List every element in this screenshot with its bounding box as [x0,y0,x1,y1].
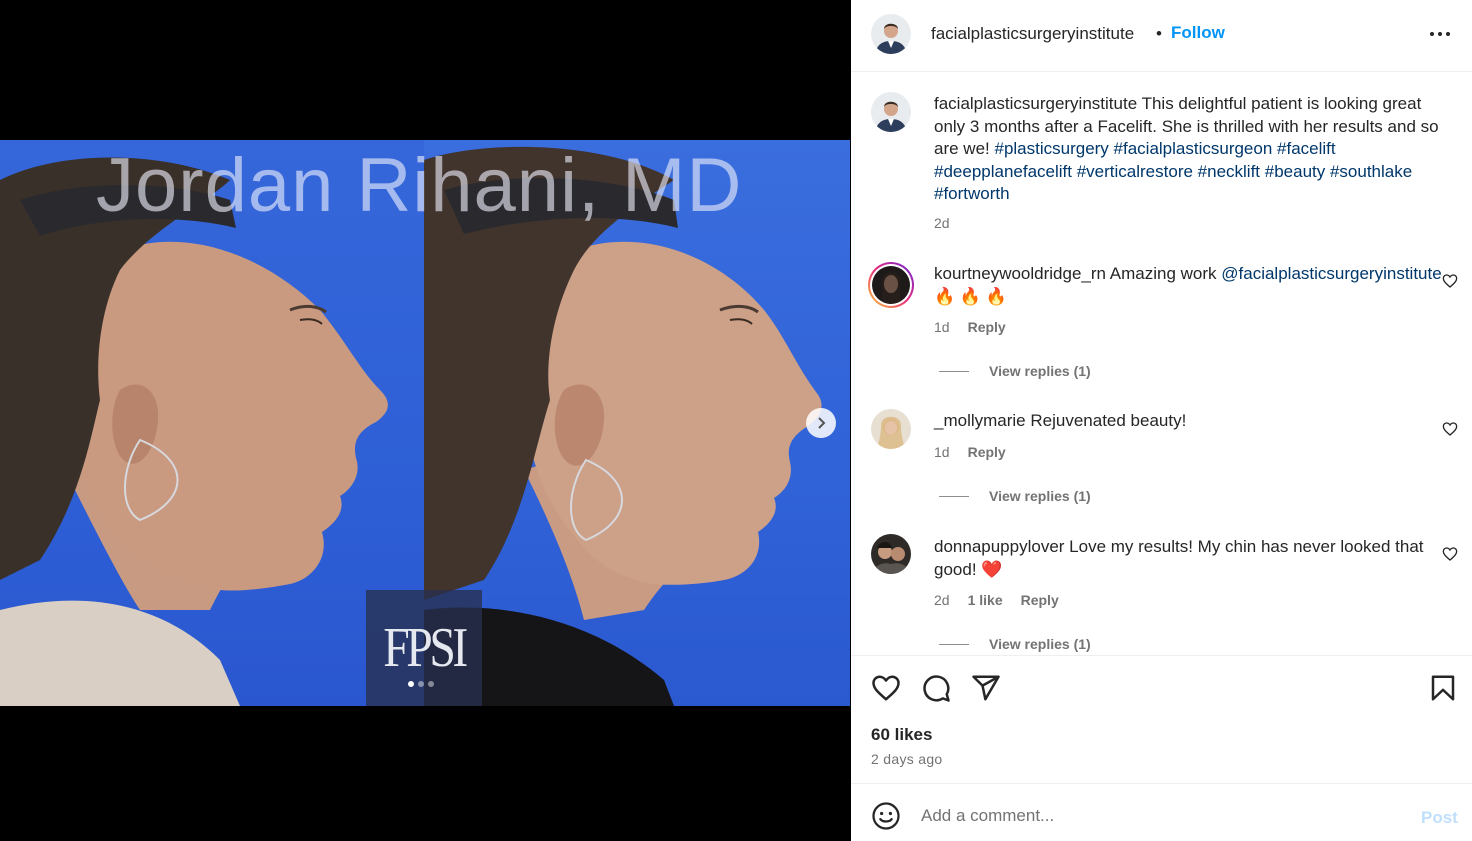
comment-time: 1d [934,444,950,460]
view-replies-button[interactable]: View replies (1) [939,488,1091,504]
carousel-dot-2[interactable] [418,681,424,687]
caption-time: 2d [934,215,950,231]
add-comment-bar: Post [851,785,1472,841]
post-button[interactable]: Post [1421,808,1458,828]
emoji-icon[interactable] [871,801,901,831]
caption-meta: 2d [934,215,950,231]
comment-bubble-icon[interactable] [921,673,951,703]
logo-text: FPSI [383,617,468,679]
comment-text: kourtneywooldridge_rn Amazing work @faci… [934,263,1444,308]
paper-plane-icon[interactable] [971,673,1001,703]
likes-count[interactable]: 60 likes [871,725,932,745]
comment-text: _mollymarie Rejuvenated beauty! [934,410,1444,433]
more-options-icon[interactable] [1427,24,1453,44]
post-date[interactable]: 2 days ago [871,751,943,767]
fire-emoji: 🔥 🔥 🔥 [934,286,1007,306]
next-arrow-icon[interactable] [806,408,836,438]
comment-body: Rejuvenated beauty! [1025,411,1187,430]
header-separator: • [1156,24,1162,43]
carousel-dot-3[interactable] [428,681,434,687]
post-header: facialplasticsurgeryinstitute • Follow [851,0,1472,72]
comment-meta: 1d Reply [934,319,1006,335]
comment-meta: 1d Reply [934,444,1006,460]
carousel-dot-1[interactable] [408,681,414,687]
follow-button[interactable]: Follow [1171,23,1225,43]
fpsi-logo: FPSI [366,590,482,706]
caption-text: facialplasticsurgeryinstitute This delig… [934,93,1444,206]
comments-section[interactable]: facialplasticsurgeryinstitute This delig… [851,73,1472,655]
comment-username[interactable]: donnapuppylover [934,537,1064,556]
carousel-dots [408,681,434,687]
caption-avatar[interactable] [871,92,911,132]
comment-username[interactable]: _mollymarie [934,411,1026,430]
view-replies-label: View replies (1) [989,363,1091,379]
replies-line [939,643,969,645]
post-panel: facialplasticsurgeryinstitute • Follow f… [851,0,1472,841]
comment-time: 2d [934,592,950,608]
comment-avatar-story-ring[interactable] [868,262,914,308]
comment-like-icon[interactable] [1442,546,1458,562]
comment-avatar[interactable] [871,534,911,574]
replies-line [939,495,969,497]
comment-text: donnapuppylover Love my results! My chin… [934,536,1444,581]
caption-hashtags[interactable]: #plasticsurgery #facialplasticsurgeon #f… [934,139,1412,203]
watermark-text: Jordan Rihani, MD [96,143,743,228]
comment-username[interactable]: kourtneywooldridge_rn [934,264,1106,283]
bookmark-icon[interactable] [1428,673,1458,703]
view-replies-label: View replies (1) [989,636,1091,652]
comment-like-icon[interactable] [1442,273,1458,289]
reply-button[interactable]: Reply [1021,592,1059,608]
view-replies-button[interactable]: View replies (1) [939,636,1091,652]
comment-time: 1d [934,319,950,335]
view-replies-button[interactable]: View replies (1) [939,363,1091,379]
view-replies-label: View replies (1) [989,488,1091,504]
reply-button[interactable]: Reply [968,319,1006,335]
comment-like-count[interactable]: 1 like [968,592,1003,608]
caption-username[interactable]: facialplasticsurgeryinstitute [934,94,1137,113]
replies-line [939,370,969,372]
comment-avatar [872,266,910,304]
before-after-photo[interactable]: Jordan Rihani, MD FPSI [0,140,850,706]
post-media: Jordan Rihani, MD FPSI [0,0,851,841]
comment-mention[interactable]: @facialplasticsurgeryinstitute [1221,264,1441,283]
header-username[interactable]: facialplasticsurgeryinstitute [931,24,1134,44]
comment-meta: 2d 1 like Reply [934,592,1059,608]
red-heart-emoji: ❤️ [981,559,1003,579]
comment-like-icon[interactable] [1442,421,1458,437]
reply-button[interactable]: Reply [968,444,1006,460]
profile-avatar[interactable] [871,14,911,54]
post-actions: 60 likes 2 days ago [851,655,1472,784]
comment-body: Amazing work [1106,264,1222,283]
heart-icon[interactable] [871,673,901,703]
comment-avatar[interactable] [871,409,911,449]
comment-input[interactable] [921,799,1401,833]
